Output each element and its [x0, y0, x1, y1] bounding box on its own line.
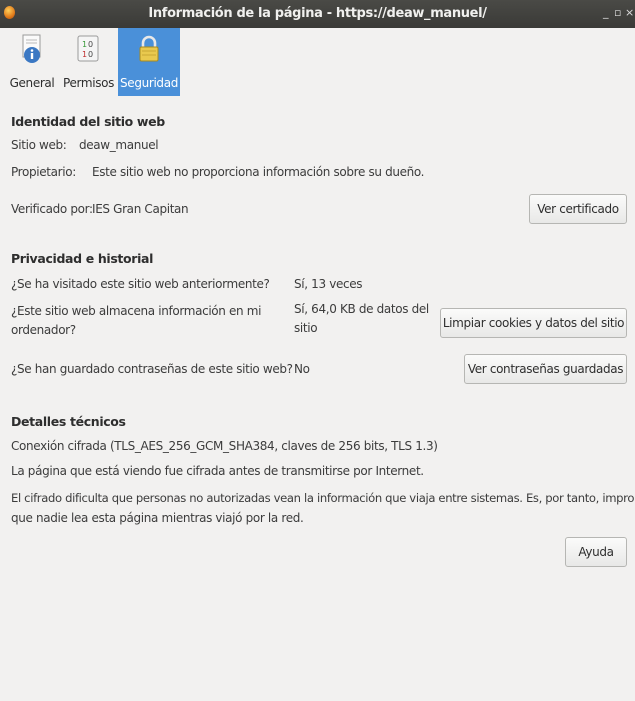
permissions-icon: 1 0 1 0 — [77, 35, 99, 62]
passwords-question: ¿Se han guardado contraseñas de este sit… — [11, 362, 293, 376]
maximize-button[interactable]: ▫ — [614, 6, 621, 19]
svg-text:0: 0 — [88, 50, 93, 59]
website-value: deaw_manuel — [79, 138, 159, 152]
tab-permisos-label: Permisos — [63, 76, 114, 90]
tab-general[interactable]: General — [8, 28, 56, 96]
identity-heading: Identidad del sitio web — [11, 114, 165, 129]
technical-heading: Detalles técnicos — [11, 414, 126, 429]
svg-text:1: 1 — [82, 50, 87, 59]
security-panel: Identidad del sitio web Sitio web: deaw_… — [0, 96, 635, 701]
stores-question-line1: ¿Este sitio web almacena información en … — [11, 304, 262, 318]
privacy-heading: Privacidad e historial — [11, 251, 154, 266]
verified-value: IES Gran Capitan — [92, 202, 189, 216]
encryption-explanation-line1: El cifrado dificulta que personas no aut… — [11, 491, 635, 505]
visited-answer: Sí, 13 veces — [294, 277, 363, 291]
tab-permisos[interactable]: 1 0 1 0 Permisos — [63, 28, 114, 96]
view-certificate-button[interactable]: Ver certificado — [529, 194, 627, 224]
minimize-button[interactable]: _ — [603, 6, 609, 19]
owner-label: Propietario: — [11, 165, 76, 179]
owner-value: Este sitio web no proporciona informació… — [92, 165, 425, 179]
verified-label: Verificado por: — [11, 202, 93, 216]
stores-question-line2: ordenador? — [11, 323, 76, 337]
tab-general-label: General — [9, 76, 55, 90]
svg-text:0: 0 — [88, 40, 93, 49]
tab-seguridad-label: Seguridad — [120, 76, 178, 90]
info-icon — [22, 34, 41, 63]
encryption-explanation-line2: que nadie lea esta página mientras viajó… — [11, 511, 304, 525]
window-title: Información de la página - https://deaw_… — [148, 6, 487, 21]
visited-question: ¿Se ha visitado este sitio web anteriorm… — [11, 277, 270, 291]
title-bar: Información de la página - https://deaw_… — [0, 0, 635, 28]
connection-text: Conexión cifrada (TLS_AES_256_GCM_SHA384… — [11, 439, 438, 453]
svg-text:1: 1 — [82, 40, 87, 49]
website-label: Sitio web: — [11, 138, 67, 152]
encryption-note: La página que está viendo fue cifrada an… — [11, 464, 424, 478]
stores-answer-line2: sitio — [294, 321, 318, 335]
stores-answer-line1: Sí, 64,0 KB de datos del — [294, 302, 429, 316]
lock-icon — [139, 35, 159, 62]
clear-cookies-button[interactable]: Limpiar cookies y datos del sitio — [440, 308, 627, 338]
help-button[interactable]: Ayuda — [565, 537, 627, 567]
tab-seguridad[interactable]: Seguridad — [118, 28, 180, 96]
tab-toolbar: General 1 0 1 0 Permisos Seguridad — [0, 28, 635, 96]
close-button[interactable]: × — [625, 6, 634, 19]
view-passwords-button[interactable]: Ver contraseñas guardadas — [464, 354, 627, 384]
passwords-answer: No — [294, 362, 310, 376]
